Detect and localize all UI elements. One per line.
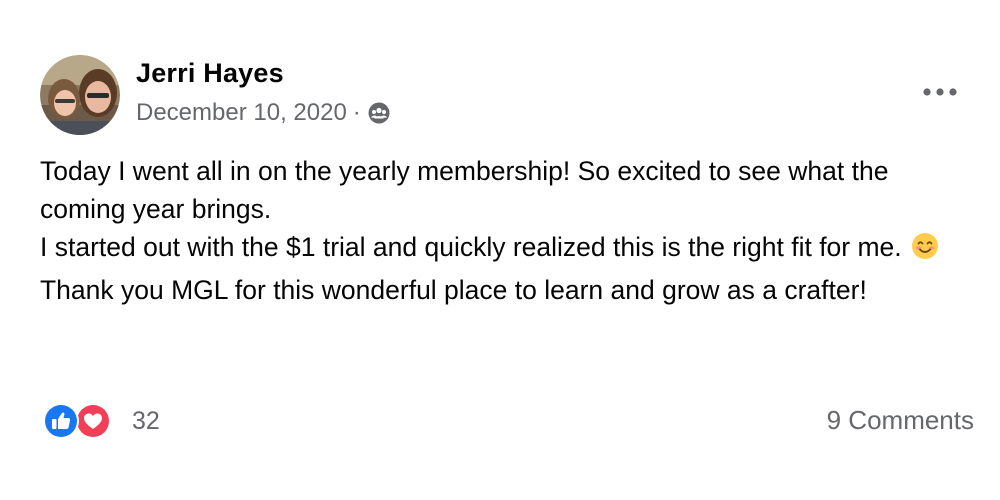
meta-separator: · xyxy=(352,99,361,126)
more-options-icon xyxy=(923,88,957,96)
post-date[interactable]: December 10, 2020 xyxy=(136,99,347,127)
more-options-button[interactable] xyxy=(918,80,962,104)
post-card: Jerri Hayes December 10, 2020 · Today I … xyxy=(0,0,1000,500)
avatar-photo xyxy=(40,55,120,135)
post-paragraph: Thank you MGL for this wonderful place t… xyxy=(40,275,867,305)
smiling-face-icon xyxy=(910,231,940,271)
group-audience-icon[interactable] xyxy=(367,101,391,125)
author-name[interactable]: Jerri Hayes xyxy=(136,58,284,89)
avatar[interactable] xyxy=(40,55,120,135)
post-paragraph: I started out with the $1 trial and quic… xyxy=(40,228,980,271)
post-paragraph: Today I went all in on the yearly member… xyxy=(40,156,889,224)
post-body: Today I went all in on the yearly member… xyxy=(40,152,980,309)
reaction-count: 32 xyxy=(132,406,160,435)
comments-link[interactable]: 9 Comments xyxy=(827,405,974,436)
reaction-icons xyxy=(42,402,122,440)
post-paragraph-text: I started out with the $1 trial and quic… xyxy=(40,232,902,262)
like-reaction-icon xyxy=(42,402,80,445)
post-meta: December 10, 2020 · xyxy=(136,99,391,127)
reactions-summary[interactable]: 32 xyxy=(42,402,160,440)
